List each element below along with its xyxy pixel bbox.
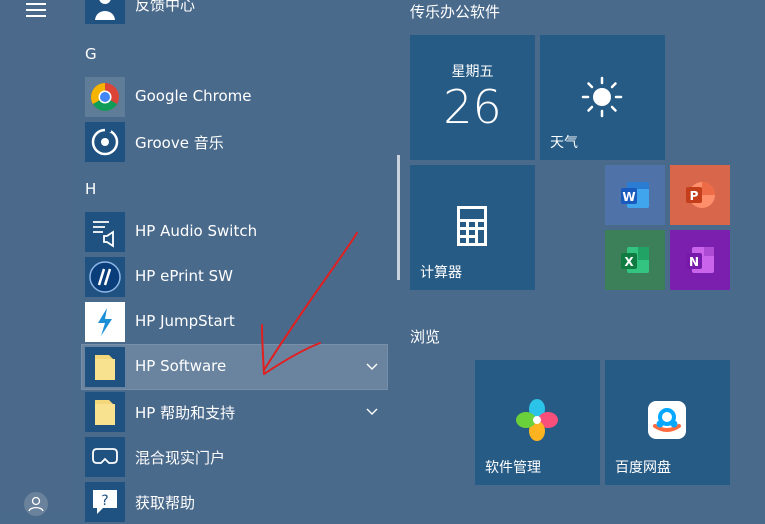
- red-annotation-arrow: [261, 232, 358, 375]
